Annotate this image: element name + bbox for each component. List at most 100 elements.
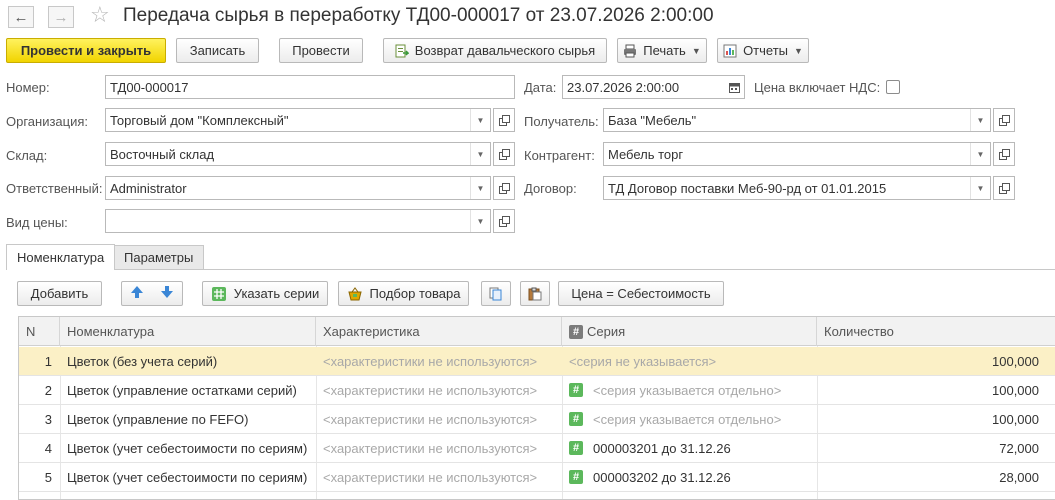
goods-table[interactable]: N Номенклатура Характеристика # Серия Ко… xyxy=(18,316,1055,500)
responsible-open-button[interactable] xyxy=(493,176,515,200)
column-header-characteristic[interactable]: Характеристика xyxy=(316,317,562,346)
tab-nomenclature-label: Номенклатура xyxy=(17,250,105,265)
row-series-value: <серия указывается отдельно> xyxy=(593,411,782,427)
counterparty-field[interactable]: Мебель торг ▼ xyxy=(603,142,991,166)
contract-open-button[interactable] xyxy=(993,176,1015,200)
post-and-close-button[interactable]: Провести и закрыть xyxy=(6,38,166,63)
row-characteristic[interactable]: <характеристики не используются> xyxy=(323,376,559,404)
save-button[interactable]: Записать xyxy=(176,38,259,63)
number-field[interactable]: ТД00-000017 xyxy=(105,75,515,99)
table-row[interactable]: 2 Цветок (управление остатками серий) <х… xyxy=(19,376,1055,405)
chevron-down-icon[interactable]: ▼ xyxy=(470,109,490,131)
paste-button[interactable] xyxy=(520,281,550,306)
post-label: Провести xyxy=(292,43,350,58)
column-header-n[interactable]: N xyxy=(19,317,60,346)
row-quantity[interactable]: 28,000 xyxy=(817,463,1047,491)
responsible-field[interactable]: Administrator ▼ xyxy=(105,176,491,200)
back-button[interactable]: ← xyxy=(8,6,34,28)
print-button[interactable]: Печать ▼ xyxy=(617,38,707,63)
table-row[interactable]: 1 Цветок (без учета серий) <характеристи… xyxy=(19,347,1055,376)
table-header: N Номенклатура Характеристика # Серия Ко… xyxy=(19,317,1055,346)
row-item[interactable]: Цветок (управление остатками серий) xyxy=(67,376,312,404)
recipient-open-button[interactable] xyxy=(993,108,1015,132)
tab-nomenclature[interactable]: Номенклатура xyxy=(6,244,116,270)
chevron-down-icon[interactable]: ▼ xyxy=(970,143,990,165)
post-button[interactable]: Провести xyxy=(279,38,363,63)
specify-series-button[interactable]: Указать серии xyxy=(202,281,328,306)
specify-series-label: Указать серии xyxy=(233,286,320,301)
open-window-icon xyxy=(498,114,510,126)
open-window-icon xyxy=(498,182,510,194)
warehouse-open-button[interactable] xyxy=(493,142,515,166)
copy-button[interactable] xyxy=(481,281,511,306)
row-characteristic[interactable]: <характеристики не используются> xyxy=(323,434,559,462)
post-and-close-label: Провести и закрыть xyxy=(20,43,152,58)
vat-label: Цена включает НДС: xyxy=(754,80,881,95)
pick-goods-button[interactable]: Подбор товара xyxy=(338,281,469,306)
row-series[interactable]: # 000003201 до 31.12.26 xyxy=(569,434,814,462)
chevron-down-icon[interactable]: ▼ xyxy=(970,177,990,199)
row-characteristic[interactable]: <характеристики не используются> xyxy=(323,463,559,491)
row-number: 5 xyxy=(44,469,52,485)
page-title: Передача сырья в переработку ТД00-000017… xyxy=(123,5,714,26)
row-series[interactable]: <серия не указывается> xyxy=(569,347,814,375)
price-type-open-button[interactable] xyxy=(493,209,515,233)
organization-open-button[interactable] xyxy=(493,108,515,132)
column-header-series[interactable]: # Серия xyxy=(562,317,817,346)
arrow-down-icon[interactable] xyxy=(160,285,174,302)
organization-field[interactable]: Торговый дом "Комплексный" ▼ xyxy=(105,108,491,132)
row-item[interactable]: Цветок (учет себестоимости по сериям) xyxy=(67,463,312,491)
calendar-icon[interactable] xyxy=(724,76,744,98)
return-raw-button[interactable]: Возврат давальческого сырья xyxy=(383,38,607,63)
table-row[interactable]: 4 Цветок (учет себестоимости по сериям) … xyxy=(19,434,1055,463)
row-quantity[interactable]: 72,000 xyxy=(817,434,1047,462)
warehouse-field[interactable]: Восточный склад ▼ xyxy=(105,142,491,166)
recipient-field[interactable]: База "Мебель" ▼ xyxy=(603,108,991,132)
column-header-quantity[interactable]: Количество xyxy=(817,317,1055,346)
table-row[interactable]: 5 Цветок (учет себестоимости по сериям) … xyxy=(19,463,1055,492)
price-cost-button[interactable]: Цена = Себестоимость xyxy=(558,281,724,306)
row-item[interactable]: Цветок (управление по FEFO) xyxy=(67,405,312,433)
row-series[interactable]: # 000003202 до 31.12.26 xyxy=(569,463,814,491)
row-quantity[interactable]: 100,000 xyxy=(817,347,1047,375)
row-series[interactable]: # <серия указывается отдельно> xyxy=(569,376,814,404)
pick-goods-label: Подбор товара xyxy=(369,286,461,301)
row-characteristic[interactable]: <характеристики не используются> xyxy=(323,347,559,375)
row-quantity[interactable]: 100,000 xyxy=(817,405,1047,433)
row-number: 4 xyxy=(44,440,52,456)
row-series[interactable]: # <серия указывается отдельно> xyxy=(569,405,814,433)
forward-button[interactable]: → xyxy=(48,6,74,28)
chevron-down-icon[interactable]: ▼ xyxy=(470,143,490,165)
chevron-down-icon[interactable]: ▼ xyxy=(470,177,490,199)
row-item[interactable]: Цветок (без учета серий) xyxy=(67,347,312,375)
column-header-nomenclature[interactable]: Номенклатура xyxy=(60,317,316,346)
open-window-icon xyxy=(998,148,1010,160)
reports-button[interactable]: Отчеты ▼ xyxy=(717,38,809,63)
row-number: 1 xyxy=(44,353,52,369)
table-row[interactable]: 3 Цветок (управление по FEFO) <характери… xyxy=(19,405,1055,434)
price-type-field[interactable]: ▼ xyxy=(105,209,491,233)
row-characteristic[interactable]: <характеристики не используются> xyxy=(323,405,559,433)
paste-icon xyxy=(528,287,542,300)
date-label: Дата: xyxy=(524,80,557,95)
date-field[interactable]: 23.07.2026 2:00:00 xyxy=(562,75,745,99)
arrow-up-icon[interactable] xyxy=(130,285,144,302)
row-series-value: 000003202 до 31.12.26 xyxy=(593,469,731,485)
row-item[interactable]: Цветок (учет себестоимости по сериям) xyxy=(67,434,312,462)
hash-grid-icon xyxy=(211,286,227,302)
contract-field[interactable]: ТД Договор поставки Меб-90-рд от 01.01.2… xyxy=(603,176,991,200)
basket-icon xyxy=(347,286,363,302)
tab-parameters[interactable]: Параметры xyxy=(113,245,205,269)
chevron-down-icon[interactable]: ▼ xyxy=(470,210,490,232)
add-row-button[interactable]: Добавить xyxy=(17,281,102,306)
vat-checkbox[interactable] xyxy=(886,80,900,94)
responsible-value: Administrator xyxy=(110,180,187,196)
date-value: 23.07.2026 2:00:00 xyxy=(567,79,680,95)
star-icon[interactable]: ☆ xyxy=(90,3,110,27)
counterparty-open-button[interactable] xyxy=(993,142,1015,166)
contract-label: Договор: xyxy=(524,181,577,196)
chevron-down-icon[interactable]: ▼ xyxy=(970,109,990,131)
tab-parameters-label: Параметры xyxy=(124,250,194,265)
price-type-label: Вид цены: xyxy=(6,215,68,230)
row-quantity[interactable]: 100,000 xyxy=(817,376,1047,404)
